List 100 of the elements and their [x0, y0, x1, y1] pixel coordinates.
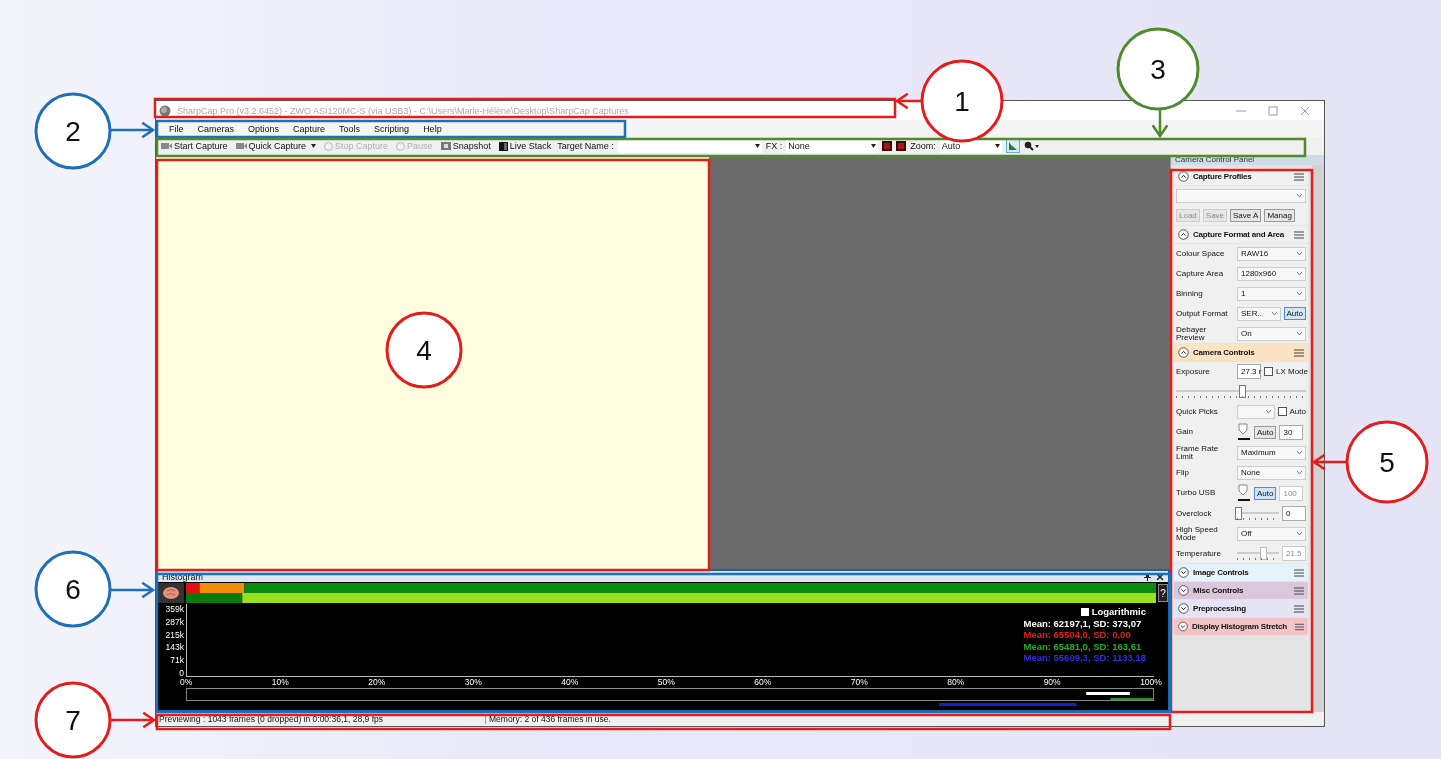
circle-icon	[324, 141, 334, 151]
brain-icon[interactable]	[158, 583, 184, 603]
menu-item[interactable]: Scripting	[367, 123, 417, 134]
control-label: Frame Rate Limit	[1176, 444, 1220, 461]
toolbar-button[interactable]: Quick Capture	[233, 141, 319, 151]
color-swatch-icon[interactable]	[882, 141, 893, 151]
axis-tick-label: 143k	[165, 642, 184, 653]
arrow	[1311, 453, 1347, 471]
dropdown[interactable]: None	[1237, 465, 1306, 480]
arrow	[110, 711, 157, 729]
menu-item[interactable]: Options	[241, 123, 287, 134]
app-icon	[159, 104, 171, 117]
value-field[interactable]: 30	[1279, 424, 1304, 440]
checkbox-label: Auto	[1289, 407, 1306, 416]
axis-tick-label: 71k	[170, 655, 184, 666]
axis-tick-label: 20%	[368, 677, 386, 688]
value-field[interactable]: 0	[1282, 506, 1306, 521]
number-callout: 5	[1345, 420, 1429, 504]
section-header[interactable]: Misc Controls	[1174, 582, 1308, 599]
axis-tick-label: 60%	[754, 677, 772, 688]
chevron-icon	[1178, 567, 1189, 578]
help-button[interactable]: ?	[1158, 584, 1168, 602]
arrow	[110, 581, 156, 599]
menu-icon[interactable]	[1294, 172, 1304, 181]
menu-item[interactable]: Cameras	[190, 123, 242, 134]
panel-button[interactable]: Save A	[1230, 209, 1262, 222]
slider-thumb[interactable]	[1239, 384, 1246, 398]
dropdown[interactable]: SER..	[1237, 306, 1281, 321]
caret-icon	[1297, 251, 1302, 256]
control-label: Colour Space	[1176, 249, 1226, 258]
magnifier-icon[interactable]	[1023, 141, 1040, 151]
control-label: Gain	[1176, 428, 1194, 436]
caret-icon	[1297, 271, 1302, 276]
control-label: Exposure	[1176, 367, 1211, 376]
control-label: High Speed Mode	[1176, 525, 1219, 542]
caret-icon	[1297, 470, 1302, 475]
dropdown[interactable]: 1280x960	[1237, 266, 1306, 281]
caret-icon	[1265, 409, 1271, 414]
color-swatch-icon[interactable]	[896, 141, 907, 151]
slider[interactable]	[1237, 505, 1279, 522]
menu-icon[interactable]	[1294, 230, 1304, 239]
caret-icon	[1271, 311, 1277, 316]
menu-icon[interactable]	[1294, 622, 1304, 631]
menu-item[interactable]: Help	[416, 123, 449, 134]
toolbar-button[interactable]: Snapshot	[438, 141, 493, 151]
toolbar-label: FX :	[765, 141, 783, 151]
caret-icon	[1297, 531, 1302, 536]
panel-button[interactable]: Auto	[1283, 307, 1306, 320]
caret-icon	[311, 144, 317, 148]
slider-thumb[interactable]	[1235, 506, 1242, 520]
channel-statistics: Mean: 55609,3, SD: 1133,18	[1023, 652, 1146, 664]
menu-item[interactable]: Capture	[286, 123, 333, 134]
channel-statistics: Mean: 65504,0, SD: 0,00	[1023, 629, 1131, 641]
toolbar-button[interactable]: Start Capture	[159, 141, 230, 151]
caret-icon	[1297, 450, 1302, 455]
arrow	[110, 121, 156, 139]
control-label: Temperature	[1176, 549, 1222, 558]
dropdown[interactable]: On	[1237, 326, 1306, 341]
caret-icon	[1297, 193, 1302, 198]
section-header[interactable]: Capture Format and Area	[1174, 226, 1308, 243]
section-header[interactable]: Camera Controls	[1174, 344, 1308, 361]
control-label: Binning	[1176, 289, 1204, 298]
axis-tick-label: 10%	[271, 677, 289, 688]
control-label: Output Format	[1176, 309, 1229, 318]
panel-button[interactable]: Auto	[1254, 486, 1277, 500]
dropdown[interactable]: RAW16	[1237, 246, 1306, 261]
menu-icon[interactable]	[1294, 348, 1304, 357]
menu-icon[interactable]	[1294, 604, 1304, 613]
toolbar-button[interactable]: Live Stack	[496, 141, 554, 151]
section-header[interactable]: Preprocessing	[1174, 600, 1308, 617]
section-header[interactable]: Display Histogram Stretch	[1174, 618, 1308, 635]
checkbox[interactable]	[1264, 367, 1273, 376]
slider[interactable]	[1176, 383, 1306, 400]
menu-icon[interactable]	[1294, 568, 1304, 577]
panel-title: Histogram	[162, 571, 203, 582]
dropdown[interactable]: 1	[1237, 286, 1306, 301]
close-icon[interactable]	[1156, 572, 1164, 581]
control-label: Debayer Preview	[1176, 325, 1208, 342]
axis-tick-label: 287k	[165, 616, 184, 627]
dropdown[interactable]: Off	[1237, 526, 1306, 541]
stack-icon	[498, 141, 508, 151]
dropdown[interactable]: Maximum	[1237, 445, 1306, 460]
value-field[interactable]: 27.3 r	[1237, 364, 1261, 379]
axis-tick-label: 359k	[165, 604, 184, 614]
pin-icon[interactable]	[1144, 572, 1151, 581]
checkbox[interactable]	[1277, 407, 1287, 416]
panel-button[interactable]: Manag	[1264, 209, 1295, 222]
channel-statistics: Mean: 62197,1, SD: 373,07	[1023, 617, 1142, 629]
menu-item[interactable]: Tools	[332, 123, 368, 134]
axis-tick-label: 40%	[561, 677, 579, 688]
section-header[interactable]: Image Controls	[1174, 564, 1308, 581]
caret-icon	[754, 144, 760, 148]
slider-icon[interactable]	[1237, 484, 1251, 502]
number-callout: 6	[34, 550, 112, 628]
axis-tick-label: 0%	[180, 677, 193, 688]
axis-tick-label: 90%	[1043, 677, 1061, 688]
menu-item[interactable]: File	[162, 123, 191, 134]
slider-icon[interactable]	[1237, 423, 1251, 441]
caret-icon	[1297, 331, 1302, 336]
panel-button[interactable]: Auto	[1254, 425, 1277, 439]
